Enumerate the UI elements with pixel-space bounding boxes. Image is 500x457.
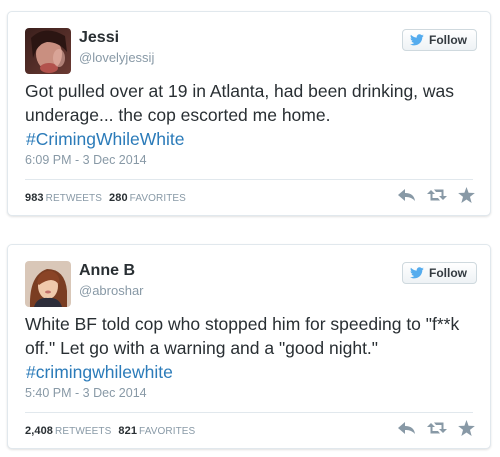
favorites-stat[interactable]: 280 FAVORITES bbox=[109, 192, 186, 204]
follow-button[interactable]: Follow bbox=[402, 29, 477, 51]
reply-icon[interactable] bbox=[398, 420, 416, 436]
hashtag-link[interactable]: #crimingwhilewhite bbox=[25, 360, 480, 384]
star-icon[interactable] bbox=[458, 420, 475, 436]
follow-button[interactable]: Follow bbox=[402, 262, 477, 284]
timestamp[interactable]: 5:40 PM - 3 Dec 2014 bbox=[25, 386, 147, 400]
user-handle[interactable]: @lovelyjessij bbox=[79, 50, 154, 65]
divider bbox=[25, 179, 473, 180]
tweet-body: Got pulled over at 19 in Atlanta, had be… bbox=[25, 81, 455, 125]
tweet-text: White BF told cop who stopped him for sp… bbox=[25, 312, 480, 384]
hashtag-link[interactable]: #CrimingWhileWhite bbox=[25, 127, 480, 151]
tweet-actions bbox=[398, 420, 475, 436]
follow-label: Follow bbox=[429, 33, 467, 47]
retweet-count: 2,408 bbox=[25, 425, 54, 437]
tweet-stats: 983 RETWEETS 280 FAVORITES bbox=[25, 192, 186, 204]
user-handle[interactable]: @abroshar bbox=[79, 283, 144, 298]
divider bbox=[25, 412, 473, 413]
retweets-label: RETWEETS bbox=[45, 193, 103, 204]
tweet-card: Jessi @lovelyjessij Follow Got pulled ov… bbox=[7, 11, 491, 216]
reply-icon[interactable] bbox=[398, 187, 416, 203]
retweet-icon[interactable] bbox=[427, 420, 447, 436]
follow-label: Follow bbox=[429, 266, 467, 280]
favorites-stat[interactable]: 821 FAVORITES bbox=[118, 425, 195, 437]
tweet-body: White BF told cop who stopped him for sp… bbox=[25, 314, 460, 358]
star-icon[interactable] bbox=[458, 187, 475, 203]
tweet-actions bbox=[398, 187, 475, 203]
retweets-stat[interactable]: 2,408 RETWEETS bbox=[25, 425, 111, 437]
display-name[interactable]: Jessi bbox=[79, 29, 119, 47]
retweets-label: RETWEETS bbox=[55, 426, 112, 437]
timestamp[interactable]: 6:09 PM - 3 Dec 2014 bbox=[25, 153, 147, 167]
twitter-bird-icon bbox=[410, 267, 424, 279]
retweet-icon[interactable] bbox=[427, 187, 447, 203]
favorite-count: 280 bbox=[109, 192, 128, 204]
favorite-count: 821 bbox=[118, 425, 138, 437]
avatar[interactable] bbox=[25, 261, 71, 307]
favorites-label: FAVORITES bbox=[139, 426, 196, 437]
avatar[interactable] bbox=[25, 28, 71, 74]
favorites-label: FAVORITES bbox=[129, 193, 186, 204]
tweet-text: Got pulled over at 19 in Atlanta, had be… bbox=[25, 79, 480, 151]
retweet-count: 983 bbox=[25, 192, 44, 204]
retweets-stat[interactable]: 983 RETWEETS bbox=[25, 192, 102, 204]
tweet-card: Anne B @abroshar Follow White BF told co… bbox=[7, 244, 491, 449]
twitter-bird-icon bbox=[410, 34, 424, 46]
tweet-stats: 2,408 RETWEETS 821 FAVORITES bbox=[25, 425, 195, 437]
display-name[interactable]: Anne B bbox=[79, 262, 135, 280]
